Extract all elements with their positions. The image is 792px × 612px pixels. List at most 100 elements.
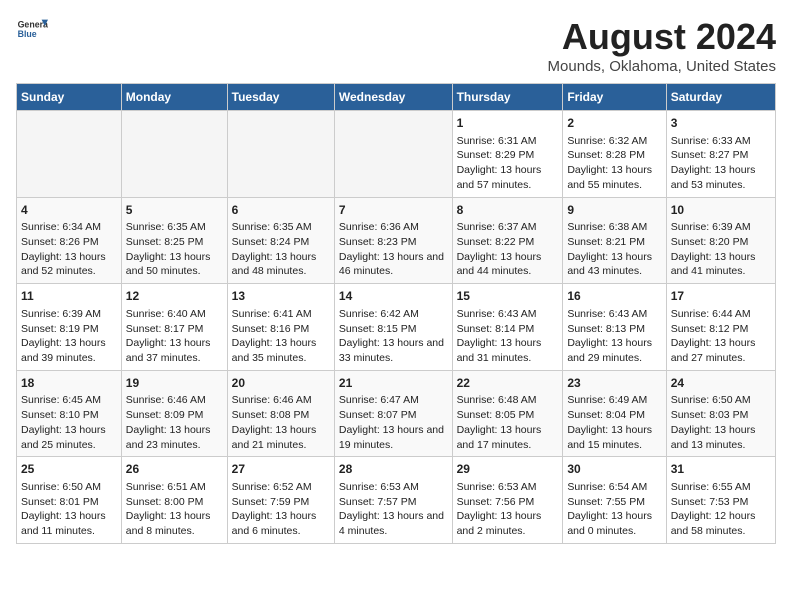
sunrise-text: Sunrise: 6:43 AM [457,308,537,320]
table-row: 22 Sunrise: 6:48 AM Sunset: 8:05 PM Dayligh… [452,370,563,457]
sunset-text: Sunset: 8:08 PM [232,409,310,421]
daylight-text: Daylight: 13 hours and 31 minutes. [457,337,542,364]
sunrise-text: Sunrise: 6:31 AM [457,135,537,147]
table-row: 18Sunrise: 6:45 AMSunset: 8:10 PMDayligh… [17,370,122,457]
day-number: 4 [21,202,117,219]
sunset-text: Sunset: 7:56 PM [457,496,535,508]
table-row: 23Sunrise: 6:49 AMSunset: 8:04 PMDayligh… [563,370,666,457]
daylight-text: Daylight: 13 hours and 17 minutes. [457,424,542,451]
sunrise-text: Sunrise: 6:53 AM [339,481,419,493]
table-row: 30Sunrise: 6:54 AMSunset: 7:55 PMDayligh… [563,457,666,544]
calendar-body: 1Sunrise: 6:31 AMSunset: 8:29 PMDaylight… [17,111,776,544]
table-row: 3Sunrise: 6:33 AMSunset: 8:27 PMDaylight… [666,111,775,198]
sunrise-text: Sunrise: 6:48 AM [457,394,537,406]
table-row: 15 Sunrise: 6:43 AM Sunset: 8:14 PM Dayligh… [452,284,563,371]
sunrise-text: Sunrise: 6:50 AM [671,394,751,406]
daylight-text: Daylight: 12 hours and 58 minutes. [671,510,756,537]
daylight-text: Daylight: 13 hours and 6 minutes. [232,510,317,537]
daylight-text: Daylight: 13 hours and 27 minutes. [671,337,756,364]
sunrise-text: Sunrise: 6:35 AM [126,221,206,233]
page-title: August 2024 [548,16,776,58]
col-saturday: Saturday [666,84,775,111]
daylight-text: Daylight: 13 hours and 48 minutes. [232,251,317,278]
daylight-text: Daylight: 13 hours and 53 minutes. [671,164,756,191]
day-number: 2 [567,115,661,132]
day-number: 9 [567,202,661,219]
sunset-text: Sunset: 8:26 PM [21,236,99,248]
sunset-text: Sunset: 8:22 PM [457,236,535,248]
table-row: 1Sunrise: 6:31 AMSunset: 8:29 PMDaylight… [452,111,563,198]
sunset-text: Sunset: 8:10 PM [21,409,99,421]
table-row: 2Sunrise: 6:32 AMSunset: 8:28 PMDaylight… [563,111,666,198]
day-number: 15 [457,288,559,305]
sunrise-text: Sunrise: 6:42 AM [339,308,419,320]
col-sunday: Sunday [17,84,122,111]
day-number: 7 [339,202,448,219]
sunset-text: Sunset: 8:13 PM [567,323,645,335]
sunset-text: Sunset: 8:00 PM [126,496,204,508]
table-row: 5Sunrise: 6:35 AMSunset: 8:25 PMDaylight… [121,197,227,284]
sunrise-text: Sunrise: 6:41 AM [232,308,312,320]
day-number: 22 [457,375,559,392]
day-number: 23 [567,375,661,392]
table-row: 29 Sunrise: 6:53 AM Sunset: 7:56 PM Dayligh… [452,457,563,544]
table-row [227,111,334,198]
col-monday: Monday [121,84,227,111]
daylight-text: Daylight: 13 hours and 4 minutes. [339,510,444,537]
sunset-text: Sunset: 7:53 PM [671,496,749,508]
sunrise-text: Sunrise: 6:39 AM [671,221,751,233]
sunset-text: Sunset: 8:05 PM [457,409,535,421]
table-row: 24Sunrise: 6:50 AMSunset: 8:03 PMDayligh… [666,370,775,457]
page-subtitle: Mounds, Oklahoma, United States [548,58,776,75]
day-number: 29 [457,461,559,478]
table-row: 8Sunrise: 6:37 AMSunset: 8:22 PMDaylight… [452,197,563,284]
day-number: 16 [567,288,661,305]
day-number: 18 [21,375,117,392]
daylight-text: Daylight: 13 hours and 57 minutes. [457,164,542,191]
day-number: 12 [126,288,223,305]
sunrise-text: Sunrise: 6:36 AM [339,221,419,233]
sunset-text: Sunset: 8:03 PM [671,409,749,421]
day-number: 26 [126,461,223,478]
daylight-text: Daylight: 13 hours and 25 minutes. [21,424,106,451]
sunrise-text: Sunrise: 6:34 AM [21,221,101,233]
table-row: 21Sunrise: 6:47 AMSunset: 8:07 PMDayligh… [334,370,452,457]
day-number: 25 [21,461,117,478]
daylight-text: Daylight: 13 hours and 37 minutes. [126,337,211,364]
title-area: August 2024 Mounds, Oklahoma, United Sta… [548,16,776,75]
day-number: 31 [671,461,771,478]
sunrise-text: Sunrise: 6:38 AM [567,221,647,233]
daylight-text: Daylight: 13 hours and 2 minutes. [457,510,542,537]
table-row: 25Sunrise: 6:50 AMSunset: 8:01 PMDayligh… [17,457,122,544]
day-number: 11 [21,288,117,305]
day-number: 5 [126,202,223,219]
table-row: 13Sunrise: 6:41 AMSunset: 8:16 PMDayligh… [227,284,334,371]
sunrise-text: Sunrise: 6:43 AM [567,308,647,320]
sunrise-text: Sunrise: 6:53 AM [457,481,537,493]
sunset-text: Sunset: 8:28 PM [567,149,645,161]
sunset-text: Sunset: 8:14 PM [457,323,535,335]
daylight-text: Daylight: 13 hours and 35 minutes. [232,337,317,364]
daylight-text: Daylight: 13 hours and 21 minutes. [232,424,317,451]
table-row: 9Sunrise: 6:38 AMSunset: 8:21 PMDaylight… [563,197,666,284]
day-number: 28 [339,461,448,478]
sunset-text: Sunset: 8:09 PM [126,409,204,421]
col-wednesday: Wednesday [334,84,452,111]
table-row: 11Sunrise: 6:39 AMSunset: 8:19 PMDayligh… [17,284,122,371]
sunset-text: Sunset: 8:16 PM [232,323,310,335]
table-row: 20Sunrise: 6:46 AMSunset: 8:08 PMDayligh… [227,370,334,457]
col-tuesday: Tuesday [227,84,334,111]
daylight-text: Daylight: 13 hours and 0 minutes. [567,510,652,537]
day-number: 14 [339,288,448,305]
sunset-text: Sunset: 8:17 PM [126,323,204,335]
sunset-text: Sunset: 8:25 PM [126,236,204,248]
day-number: 19 [126,375,223,392]
sunrise-text: Sunrise: 6:50 AM [21,481,101,493]
table-row [121,111,227,198]
day-number: 30 [567,461,661,478]
day-number: 3 [671,115,771,132]
day-number: 27 [232,461,330,478]
table-row: 17Sunrise: 6:44 AMSunset: 8:12 PMDayligh… [666,284,775,371]
sunrise-text: Sunrise: 6:32 AM [567,135,647,147]
sunrise-text: Sunrise: 6:44 AM [671,308,751,320]
